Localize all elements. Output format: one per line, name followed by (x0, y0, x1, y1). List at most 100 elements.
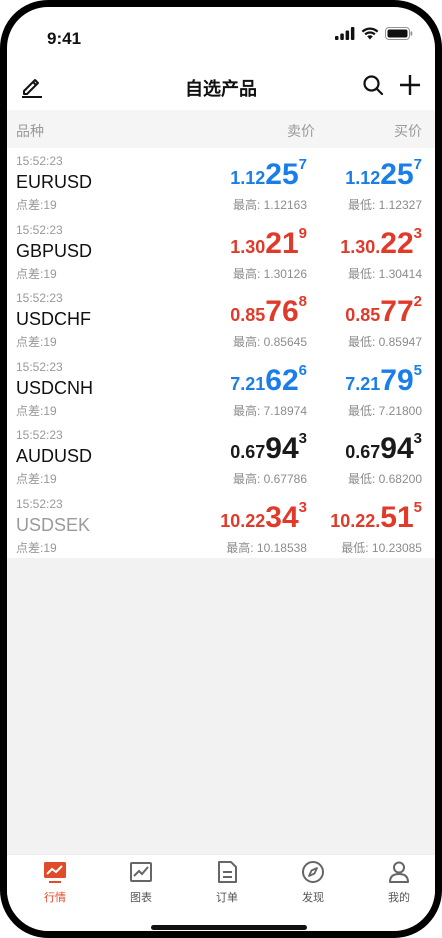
buy-price-pips: 79 (380, 363, 414, 397)
tab-label: 我的 (388, 892, 410, 904)
battery-icon (385, 27, 413, 40)
tab-profile[interactable]: 我的 (356, 855, 435, 913)
column-header: 品种 卖价 买价 (7, 110, 435, 148)
profile-icon (389, 861, 409, 883)
sell-price[interactable]: 1.30219 (230, 224, 307, 261)
tab-label: 行情 (44, 892, 66, 904)
quote-time: 15:52:23 (16, 222, 63, 237)
sell-price-pips: 25 (265, 158, 299, 191)
tab-bar: 行情 图表 订单 发现 我的 (7, 854, 435, 913)
sell-price-fraction: 3 (298, 430, 307, 447)
quote-low: 最低: 1.12327 (347, 198, 422, 212)
buy-price-fraction: 7 (413, 156, 422, 173)
quote-spread: 点差:19 (16, 198, 57, 212)
column-buy: 买价 (394, 123, 422, 139)
quote-symbol: AUDUSD (16, 446, 93, 466)
buy-price-pips: 94 (380, 432, 414, 465)
buy-price[interactable]: 10.22.515 (330, 498, 422, 535)
sell-price-prefix: 10.22 (220, 510, 266, 531)
buy-price-prefix: 10.22. (330, 510, 381, 531)
sell-price[interactable]: 1.12257 (230, 156, 307, 192)
tab-label: 发现 (302, 892, 324, 904)
quote-row[interactable]: 15:52:23 USDSEK 点差:19 10.22343 10.22.515 最高: … (7, 491, 435, 560)
quote-time: 15:52:23 (16, 359, 63, 374)
buy-price[interactable]: 7.21795 (345, 361, 422, 398)
buy-price-pips: 51 (380, 500, 414, 534)
buy-price-pips: 25 (380, 158, 414, 191)
wifi-icon (361, 27, 379, 40)
compass-icon (302, 861, 324, 883)
nav-bar: 自选产品 (7, 67, 435, 109)
sell-price-fraction: 9 (298, 224, 307, 242)
sell-price-pips: 21 (265, 226, 299, 260)
quote-high: 最高: 10.18538 (226, 540, 307, 555)
tab-label: 图表 (130, 892, 152, 904)
sell-price-prefix: 0.67 (230, 442, 266, 462)
sell-price-fraction: 7 (298, 156, 307, 173)
status-icons (335, 27, 413, 40)
quote-row[interactable]: 15:52:23 EURUSD 点差:19 1.12257 1.12257 最高: 1.1… (7, 148, 435, 217)
quote-low: 最低: 10.23085 (341, 540, 422, 555)
status-bar: 9:41 (7, 7, 435, 67)
buy-price-pips: 77 (380, 295, 414, 328)
sell-price-pips: 62 (265, 363, 299, 397)
quote-high: 最高: 7.18974 (232, 403, 307, 418)
buy-price-prefix: 1.30. (340, 236, 381, 257)
sell-price[interactable]: 7.21626 (230, 361, 307, 398)
quote-symbol: USDSEK (16, 514, 91, 535)
buy-price[interactable]: 1.12257 (345, 156, 422, 192)
quote-time: 15:52:23 (16, 291, 63, 305)
status-time: 9:41 (47, 29, 82, 48)
buy-price-fraction: 5 (413, 361, 422, 379)
sell-price[interactable]: 10.22343 (220, 498, 307, 535)
buy-price-prefix: 7.21 (345, 373, 381, 394)
quote-symbol: EURUSD (16, 172, 93, 192)
buy-price[interactable]: 0.67943 (345, 430, 422, 466)
quote-high: 最高: 1.12163 (232, 198, 307, 212)
quote-list: 15:52:23 EURUSD 点差:19 1.12257 1.12257 最高: 1.1… (7, 148, 435, 558)
tab-label: 订单 (216, 892, 238, 904)
phone-frame: 9:41 自选产品 品种 卖价 买价 15:52:23 EURUSD 点差:19… (0, 0, 442, 938)
sell-price-fraction: 8 (298, 293, 307, 310)
sell-price-prefix: 0.85 (230, 305, 266, 325)
quote-high: 最高: 1.30126 (232, 266, 307, 281)
tab-chart[interactable]: 图表 (98, 855, 184, 913)
buy-price-fraction: 5 (413, 498, 422, 516)
quote-high: 最高: 0.67786 (232, 472, 307, 486)
market-monitor-icon (44, 862, 66, 883)
quote-time: 15:52:23 (16, 154, 63, 168)
buy-price-prefix: 1.12 (345, 168, 381, 188)
quote-row[interactable]: 15:52:23 GBPUSD 点差:19 1.30219 1.30.223 最高: 1.… (7, 217, 435, 286)
column-symbol: 品种 (16, 123, 44, 139)
quote-low: 最低: 0.68200 (347, 472, 422, 486)
tab-discover[interactable]: 发现 (270, 855, 356, 913)
sell-price-pips: 94 (265, 432, 299, 465)
sell-price-prefix: 7.21 (230, 373, 266, 394)
buy-price-prefix: 0.85 (345, 305, 381, 325)
home-indicator (151, 925, 307, 930)
quote-row[interactable]: 15:52:23 AUDUSD 点差:19 0.67943 0.67943 最高: 0.6… (7, 422, 435, 491)
tab-market[interactable]: 行情 (12, 855, 98, 913)
buy-price[interactable]: 0.85772 (345, 293, 422, 329)
quote-low: 最低: 7.21800 (347, 403, 422, 418)
quote-time: 15:52:23 (16, 496, 63, 511)
sell-price-prefix: 1.12 (230, 168, 266, 188)
buy-price[interactable]: 1.30.223 (340, 225, 422, 261)
tab-orders[interactable]: 订单 (184, 855, 270, 913)
sell-price[interactable]: 0.85768 (230, 293, 307, 329)
sell-price-fraction: 6 (298, 361, 307, 379)
sell-price-fraction: 3 (298, 498, 307, 516)
quote-symbol: USDCNH (16, 377, 94, 398)
quote-row[interactable]: 15:52:23 USDCNH 点差:19 7.21626 7.21795 最高: 7.1… (7, 354, 435, 423)
sell-price[interactable]: 0.67943 (230, 430, 307, 466)
buy-price-fraction: 3 (413, 430, 422, 447)
screen: 9:41 自选产品 品种 卖价 买价 15:52:23 EURUSD 点差:19… (7, 7, 435, 931)
quote-row[interactable]: 15:52:23 USDCHF 点差:19 0.85768 0.85772 最高: 0.8… (7, 285, 435, 354)
quote-spread: 点差:19 (16, 403, 57, 418)
order-document-icon (218, 861, 237, 883)
search-icon[interactable] (361, 73, 385, 97)
chart-icon (130, 862, 152, 882)
buy-price-fraction: 2 (413, 293, 422, 310)
add-icon[interactable] (397, 72, 423, 98)
sell-price-pips: 34 (265, 500, 299, 534)
